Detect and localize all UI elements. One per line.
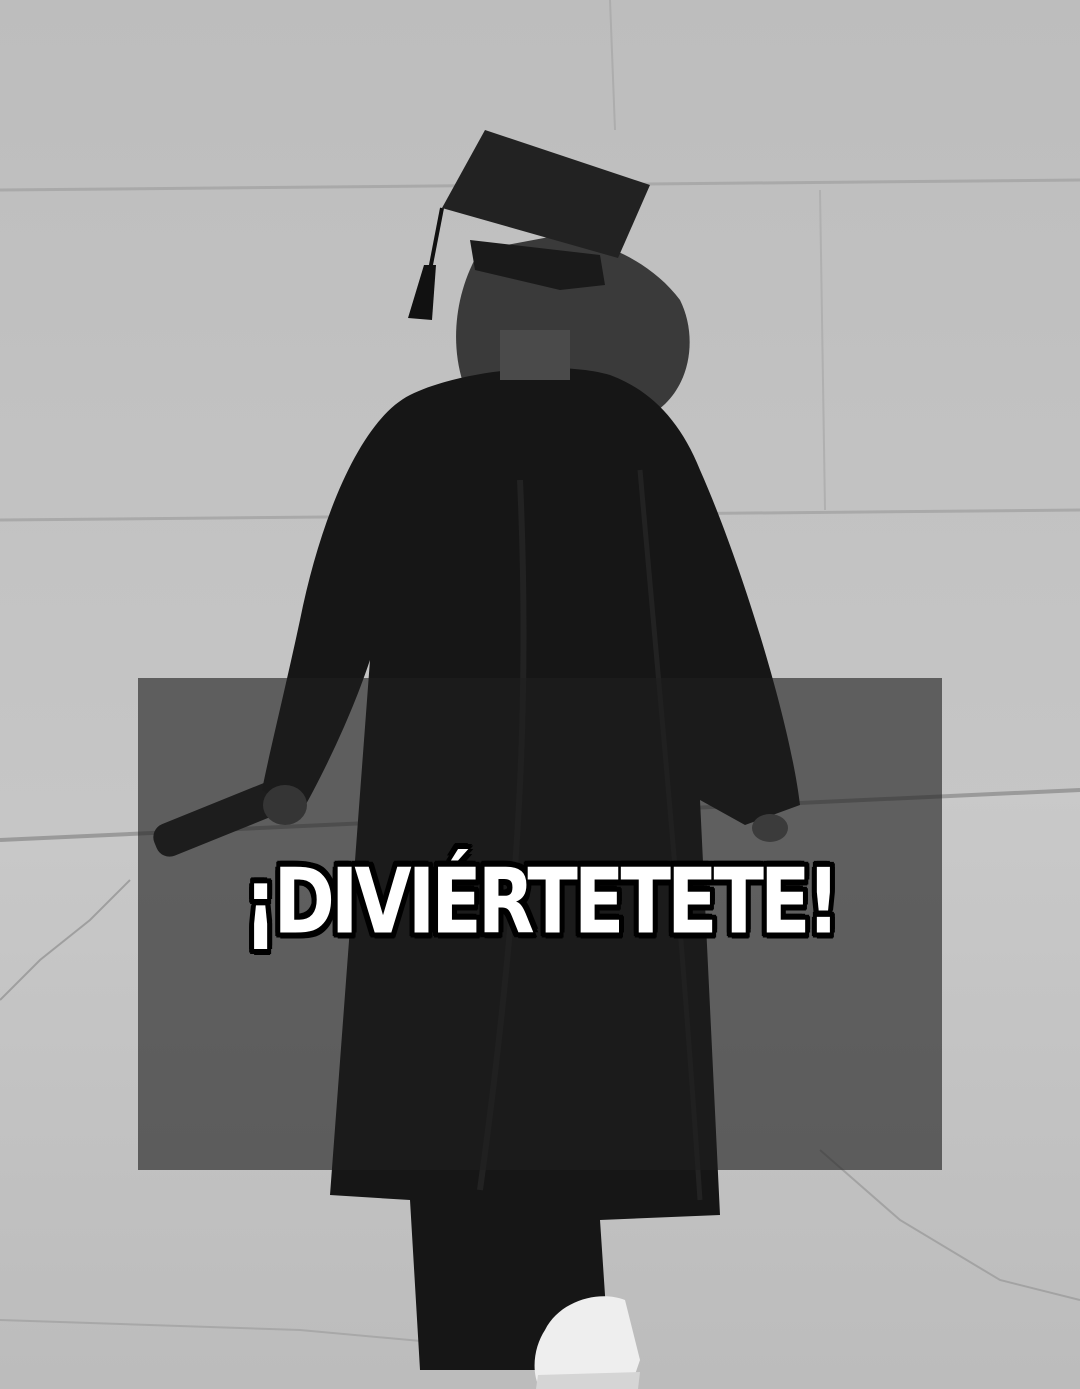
neck (500, 330, 570, 380)
caption-text: ¡DIVIÉRTETETE! (243, 849, 841, 955)
photo-card: ¡DIVIÉRTETETE! (0, 0, 1080, 1389)
caption-overlay: ¡DIVIÉRTETETE! (138, 678, 942, 1170)
